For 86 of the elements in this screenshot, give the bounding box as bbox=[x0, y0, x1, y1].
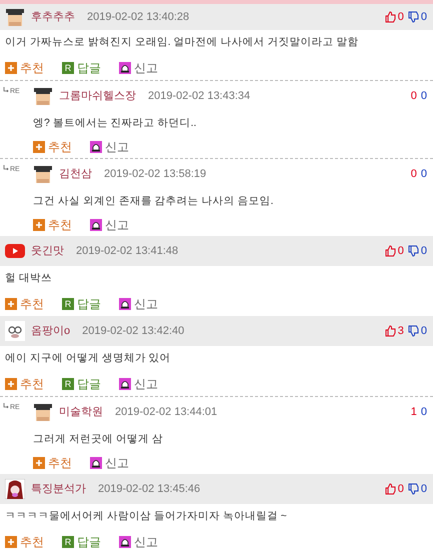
avatar-icon bbox=[33, 164, 53, 184]
downvote-count: 0 bbox=[420, 244, 427, 259]
plus-icon bbox=[5, 298, 17, 310]
recommend-button[interactable]: 추천 bbox=[5, 59, 44, 77]
comment-date: 2019-02-02 13:40:28 bbox=[87, 10, 190, 25]
reply-badge: R bbox=[62, 378, 74, 390]
upvote-count: 0 bbox=[398, 244, 404, 259]
comment-date: 2019-02-02 13:42:40 bbox=[82, 324, 184, 339]
thumbs-down-icon bbox=[408, 245, 419, 257]
author-name: 특징분석가 bbox=[31, 482, 86, 497]
comment-text: 에이 지구에 어떻게 생명체가 있어 bbox=[5, 351, 171, 366]
thumbs-up-icon bbox=[384, 245, 396, 257]
plus-icon bbox=[33, 219, 45, 231]
recommend-button[interactable]: 추천 bbox=[5, 375, 44, 393]
plus-icon bbox=[5, 62, 17, 74]
plus-icon bbox=[5, 536, 17, 548]
downvote-count: 0 bbox=[420, 10, 427, 25]
report-button[interactable]: 신고 bbox=[119, 59, 158, 77]
recommend-button[interactable]: 추천 bbox=[33, 138, 72, 156]
avatar-icon bbox=[5, 479, 25, 499]
comment-text: ㅋㅋㅋㅋ물에서어케 사람이삼 들어가자미자 녹아내릴걸 ~ bbox=[5, 509, 287, 524]
downvote-count: 0 bbox=[420, 482, 427, 497]
upvote-count: 0 bbox=[410, 166, 417, 182]
reply-badge: R bbox=[62, 62, 74, 74]
bell-icon bbox=[119, 298, 131, 310]
thumbs-up-icon bbox=[384, 325, 396, 337]
upvote-count: 0 bbox=[398, 10, 404, 25]
thumbs-up-icon bbox=[384, 11, 396, 23]
bell-icon bbox=[90, 219, 102, 231]
avatar-icon bbox=[5, 7, 25, 27]
reply-button[interactable]: R 답글 bbox=[62, 59, 101, 77]
bell-icon bbox=[90, 141, 102, 153]
comment-date: 2019-02-02 13:45:46 bbox=[98, 482, 200, 497]
plus-icon bbox=[5, 378, 17, 390]
reply-button[interactable]: R 답글 bbox=[62, 375, 101, 393]
recommend-button[interactable]: 추천 bbox=[33, 454, 72, 472]
thumbs-down-icon bbox=[408, 483, 419, 495]
avatar-icon bbox=[33, 402, 53, 422]
author-name: 웃긴맛 bbox=[31, 244, 64, 259]
comment-date: 2019-02-02 13:44:01 bbox=[115, 404, 218, 420]
downvote-count: 0 bbox=[420, 404, 427, 420]
plus-icon bbox=[33, 141, 45, 153]
reply-badge: R bbox=[62, 536, 74, 548]
upvote-count: 3 bbox=[398, 324, 404, 339]
downvote-count: 0 bbox=[420, 324, 427, 339]
reply-button[interactable]: R 답글 bbox=[62, 295, 101, 313]
comment-text: 헐 대박쓰 bbox=[5, 271, 52, 286]
author-name: 후추추추 bbox=[31, 10, 75, 25]
report-button[interactable]: 신고 bbox=[90, 454, 129, 472]
author-name: 옴팡이o bbox=[31, 324, 70, 339]
author-name: 미술학원 bbox=[59, 404, 103, 420]
report-button[interactable]: 신고 bbox=[119, 375, 158, 393]
comment-text: 그러게 저런곳에 어떻게 삼 bbox=[33, 432, 163, 447]
bell-icon bbox=[119, 62, 131, 74]
recommend-button[interactable]: 추천 bbox=[5, 533, 44, 549]
bell-icon bbox=[119, 378, 131, 390]
bell-icon bbox=[119, 536, 131, 548]
doodle-icon bbox=[5, 321, 25, 341]
recommend-button[interactable]: 추천 bbox=[33, 216, 72, 234]
comment-date: 2019-02-02 13:58:19 bbox=[104, 166, 206, 182]
author-name: 김천삼 bbox=[59, 166, 92, 182]
report-button[interactable]: 신고 bbox=[119, 533, 158, 549]
comment-text: 그건 사실 외계인 존재를 감추려는 나사의 음모임. bbox=[33, 194, 274, 209]
comment-text: 이거 가짜뉴스로 밝혀진지 오래임. 얼마전에 나사에서 거짓말이라고 말함 bbox=[5, 35, 358, 50]
report-button[interactable]: 신고 bbox=[90, 138, 129, 156]
play-icon bbox=[5, 244, 25, 258]
thumbs-up-icon bbox=[384, 483, 396, 495]
report-button[interactable]: 신고 bbox=[119, 295, 158, 313]
author-name: 그롬마쉬헬스장 bbox=[59, 88, 136, 104]
thumbs-down-icon bbox=[408, 11, 419, 23]
upvote-count: 1 bbox=[410, 404, 417, 420]
bell-icon bbox=[90, 457, 102, 469]
downvote-count: 0 bbox=[420, 166, 427, 182]
recommend-button[interactable]: 추천 bbox=[5, 295, 44, 313]
report-button[interactable]: 신고 bbox=[90, 216, 129, 234]
reply-badge: R bbox=[62, 298, 74, 310]
upvote-count: 0 bbox=[398, 482, 404, 497]
avatar-icon bbox=[33, 86, 53, 106]
thumbs-down-icon bbox=[408, 325, 419, 337]
downvote-count: 0 bbox=[420, 88, 427, 104]
comment-text: 엥? 볼트에서는 진짜라고 하던디.. bbox=[33, 116, 196, 131]
plus-icon bbox=[33, 457, 45, 469]
upvote-count: 0 bbox=[410, 88, 417, 104]
comment-date: 2019-02-02 13:41:48 bbox=[76, 244, 178, 259]
reply-button[interactable]: R 답글 bbox=[62, 533, 101, 549]
comment-date: 2019-02-02 13:43:34 bbox=[148, 88, 250, 104]
